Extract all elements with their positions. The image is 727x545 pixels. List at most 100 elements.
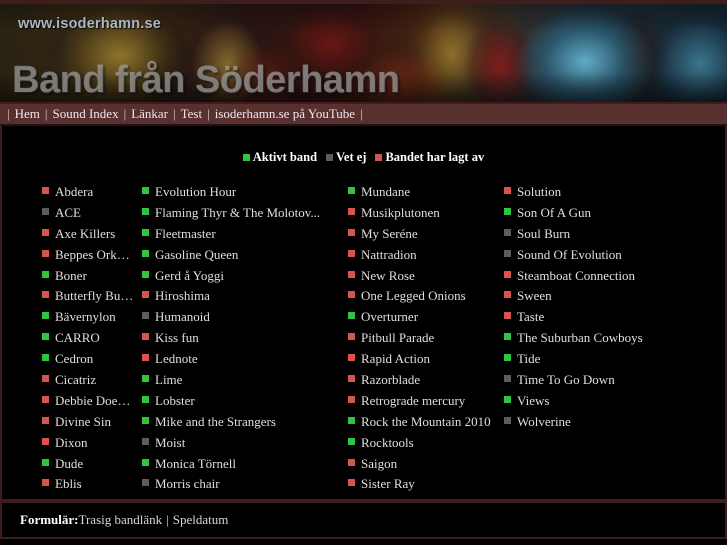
band-name-link[interactable]: Tide [517, 349, 540, 370]
band-list-item[interactable]: Morris chair [142, 474, 341, 495]
band-name-link[interactable]: Overturner [361, 307, 418, 328]
band-list-item[interactable]: Sound Of Evolution [504, 245, 718, 266]
band-list-item[interactable]: Beppes Orkester [42, 245, 135, 266]
nav-item-sound-index[interactable]: Sound Index [52, 106, 120, 122]
band-name-link[interactable]: Beppes Orkester [55, 245, 135, 266]
band-name-link[interactable]: Cicatriz [55, 370, 96, 391]
band-list-item[interactable]: Time To Go Down [504, 370, 718, 391]
band-name-link[interactable]: Solution [517, 182, 561, 203]
band-list-item[interactable]: Gerd å Yoggi [142, 266, 341, 287]
band-name-link[interactable]: Morris chair [155, 474, 220, 495]
band-list-item[interactable]: Butterfly Bullets [42, 286, 135, 307]
band-name-link[interactable]: Rapid Action [361, 349, 430, 370]
band-name-link[interactable]: My Seréne [361, 224, 418, 245]
band-list-item[interactable]: Rock the Mountain 2010 [348, 412, 498, 433]
band-list-item[interactable]: Son Of A Gun [504, 203, 718, 224]
nav-item-isoderhamn-se-p-youtube[interactable]: isoderhamn.se på YouTube [214, 106, 356, 122]
band-list-item[interactable]: Gasoline Queen [142, 245, 341, 266]
band-list-item[interactable]: One Legged Onions [348, 286, 498, 307]
band-list-item[interactable]: The Suburban Cowboys [504, 328, 718, 349]
band-list-item[interactable]: Rocktools [348, 433, 498, 454]
band-name-link[interactable]: Moist [155, 433, 185, 454]
band-name-link[interactable]: Humanoid [155, 307, 210, 328]
band-name-link[interactable]: Rocktools [361, 433, 414, 454]
nav-item-hem[interactable]: Hem [14, 106, 41, 122]
band-name-link[interactable]: Evolution Hour [155, 182, 236, 203]
band-name-link[interactable]: CARRO [55, 328, 100, 349]
band-list-item[interactable]: Divine Sin [42, 412, 135, 433]
band-list-item[interactable]: My Seréne [348, 224, 498, 245]
band-list-item[interactable]: New Rose [348, 266, 498, 287]
band-name-link[interactable]: Mundane [361, 182, 410, 203]
band-name-link[interactable]: Bävernylon [55, 307, 116, 328]
band-list-item[interactable]: Monica Törnell [142, 454, 341, 475]
band-name-link[interactable]: Monica Törnell [155, 454, 236, 475]
band-list-item[interactable]: Bävernylon [42, 307, 135, 328]
band-list-item[interactable]: Musikplutonen [348, 203, 498, 224]
band-name-link[interactable]: Son Of A Gun [517, 203, 591, 224]
main-navigation[interactable]: | Hem | Sound Index | Länkar | Test | isoderhamn.… [0, 104, 727, 126]
band-name-link[interactable]: Flaming Thyr & The Molotov... [155, 203, 320, 224]
band-name-link[interactable]: Abdera [55, 182, 93, 203]
band-list-item[interactable]: Dixon [42, 433, 135, 454]
band-name-link[interactable]: Eblis [55, 474, 82, 495]
band-list-item[interactable]: Razorblade [348, 370, 498, 391]
band-name-link[interactable]: Taste [517, 307, 544, 328]
band-list-item[interactable]: Solution [504, 182, 718, 203]
band-list-item[interactable]: Hiroshima [142, 286, 341, 307]
band-name-link[interactable]: Lobster [155, 391, 195, 412]
band-list-item[interactable]: Evolution Hour [142, 182, 341, 203]
band-name-link[interactable]: Cedron [55, 349, 93, 370]
band-name-link[interactable]: Sister Ray [361, 474, 415, 495]
band-name-link[interactable]: Axe Killers [55, 224, 115, 245]
band-list-item[interactable]: Kiss fun [142, 328, 341, 349]
band-list-item[interactable]: Axe Killers [42, 224, 135, 245]
band-list-item[interactable]: Debbie Does Dallas [42, 391, 135, 412]
band-list-item[interactable]: Rapid Action [348, 349, 498, 370]
band-list-item[interactable]: Steamboat Connection [504, 266, 718, 287]
band-list-item[interactable]: Nattradion [348, 245, 498, 266]
band-list-item[interactable]: Humanoid [142, 307, 341, 328]
band-list-item[interactable]: Lobster [142, 391, 341, 412]
band-name-link[interactable]: Gerd å Yoggi [155, 266, 224, 287]
band-name-link[interactable]: Steamboat Connection [517, 266, 635, 287]
band-list-item[interactable]: Lednote [142, 349, 341, 370]
band-name-link[interactable]: One Legged Onions [361, 286, 466, 307]
band-list-item[interactable]: Mundane [348, 182, 498, 203]
band-name-link[interactable]: Time To Go Down [517, 370, 615, 391]
band-list-item[interactable]: Sister Ray [348, 474, 498, 495]
band-name-link[interactable]: Views [517, 391, 549, 412]
band-list-item[interactable]: Taste [504, 307, 718, 328]
band-name-link[interactable]: Boner [55, 266, 87, 287]
band-name-link[interactable]: Lednote [155, 349, 198, 370]
band-name-link[interactable]: Razorblade [361, 370, 420, 391]
band-list-item[interactable]: Sween [504, 286, 718, 307]
band-name-link[interactable]: Lime [155, 370, 182, 391]
band-name-link[interactable]: Debbie Does Dallas [55, 391, 135, 412]
band-name-link[interactable]: Nattradion [361, 245, 417, 266]
band-name-link[interactable]: Soul Burn [517, 224, 570, 245]
band-name-link[interactable]: ACE [55, 203, 81, 224]
band-name-link[interactable]: Divine Sin [55, 412, 111, 433]
band-list-item[interactable]: Dude [42, 454, 135, 475]
band-name-link[interactable]: New Rose [361, 266, 415, 287]
band-name-link[interactable]: Hiroshima [155, 286, 210, 307]
band-name-link[interactable]: Sound Of Evolution [517, 245, 622, 266]
band-list-item[interactable]: Wolverine [504, 412, 718, 433]
band-name-link[interactable]: Rock the Mountain 2010 [361, 412, 491, 433]
band-list-item[interactable]: Abdera [42, 182, 135, 203]
band-list-item[interactable]: Eblis [42, 474, 135, 495]
band-name-link[interactable]: Mike and the Strangers [155, 412, 276, 433]
band-name-link[interactable]: Fleetmaster [155, 224, 216, 245]
nav-item-l-nkar[interactable]: Länkar [130, 106, 169, 122]
band-list-item[interactable]: Cicatriz [42, 370, 135, 391]
band-name-link[interactable]: Pitbull Parade [361, 328, 434, 349]
footer-link-speldatum[interactable]: Speldatum [173, 512, 229, 528]
band-name-link[interactable]: Dude [55, 454, 83, 475]
band-name-link[interactable]: Dixon [55, 433, 88, 454]
band-list-item[interactable]: Pitbull Parade [348, 328, 498, 349]
band-name-link[interactable]: Wolverine [517, 412, 571, 433]
band-name-link[interactable]: The Suburban Cowboys [517, 328, 643, 349]
band-list-item[interactable]: Retrograde mercury [348, 391, 498, 412]
band-name-link[interactable]: Retrograde mercury [361, 391, 465, 412]
